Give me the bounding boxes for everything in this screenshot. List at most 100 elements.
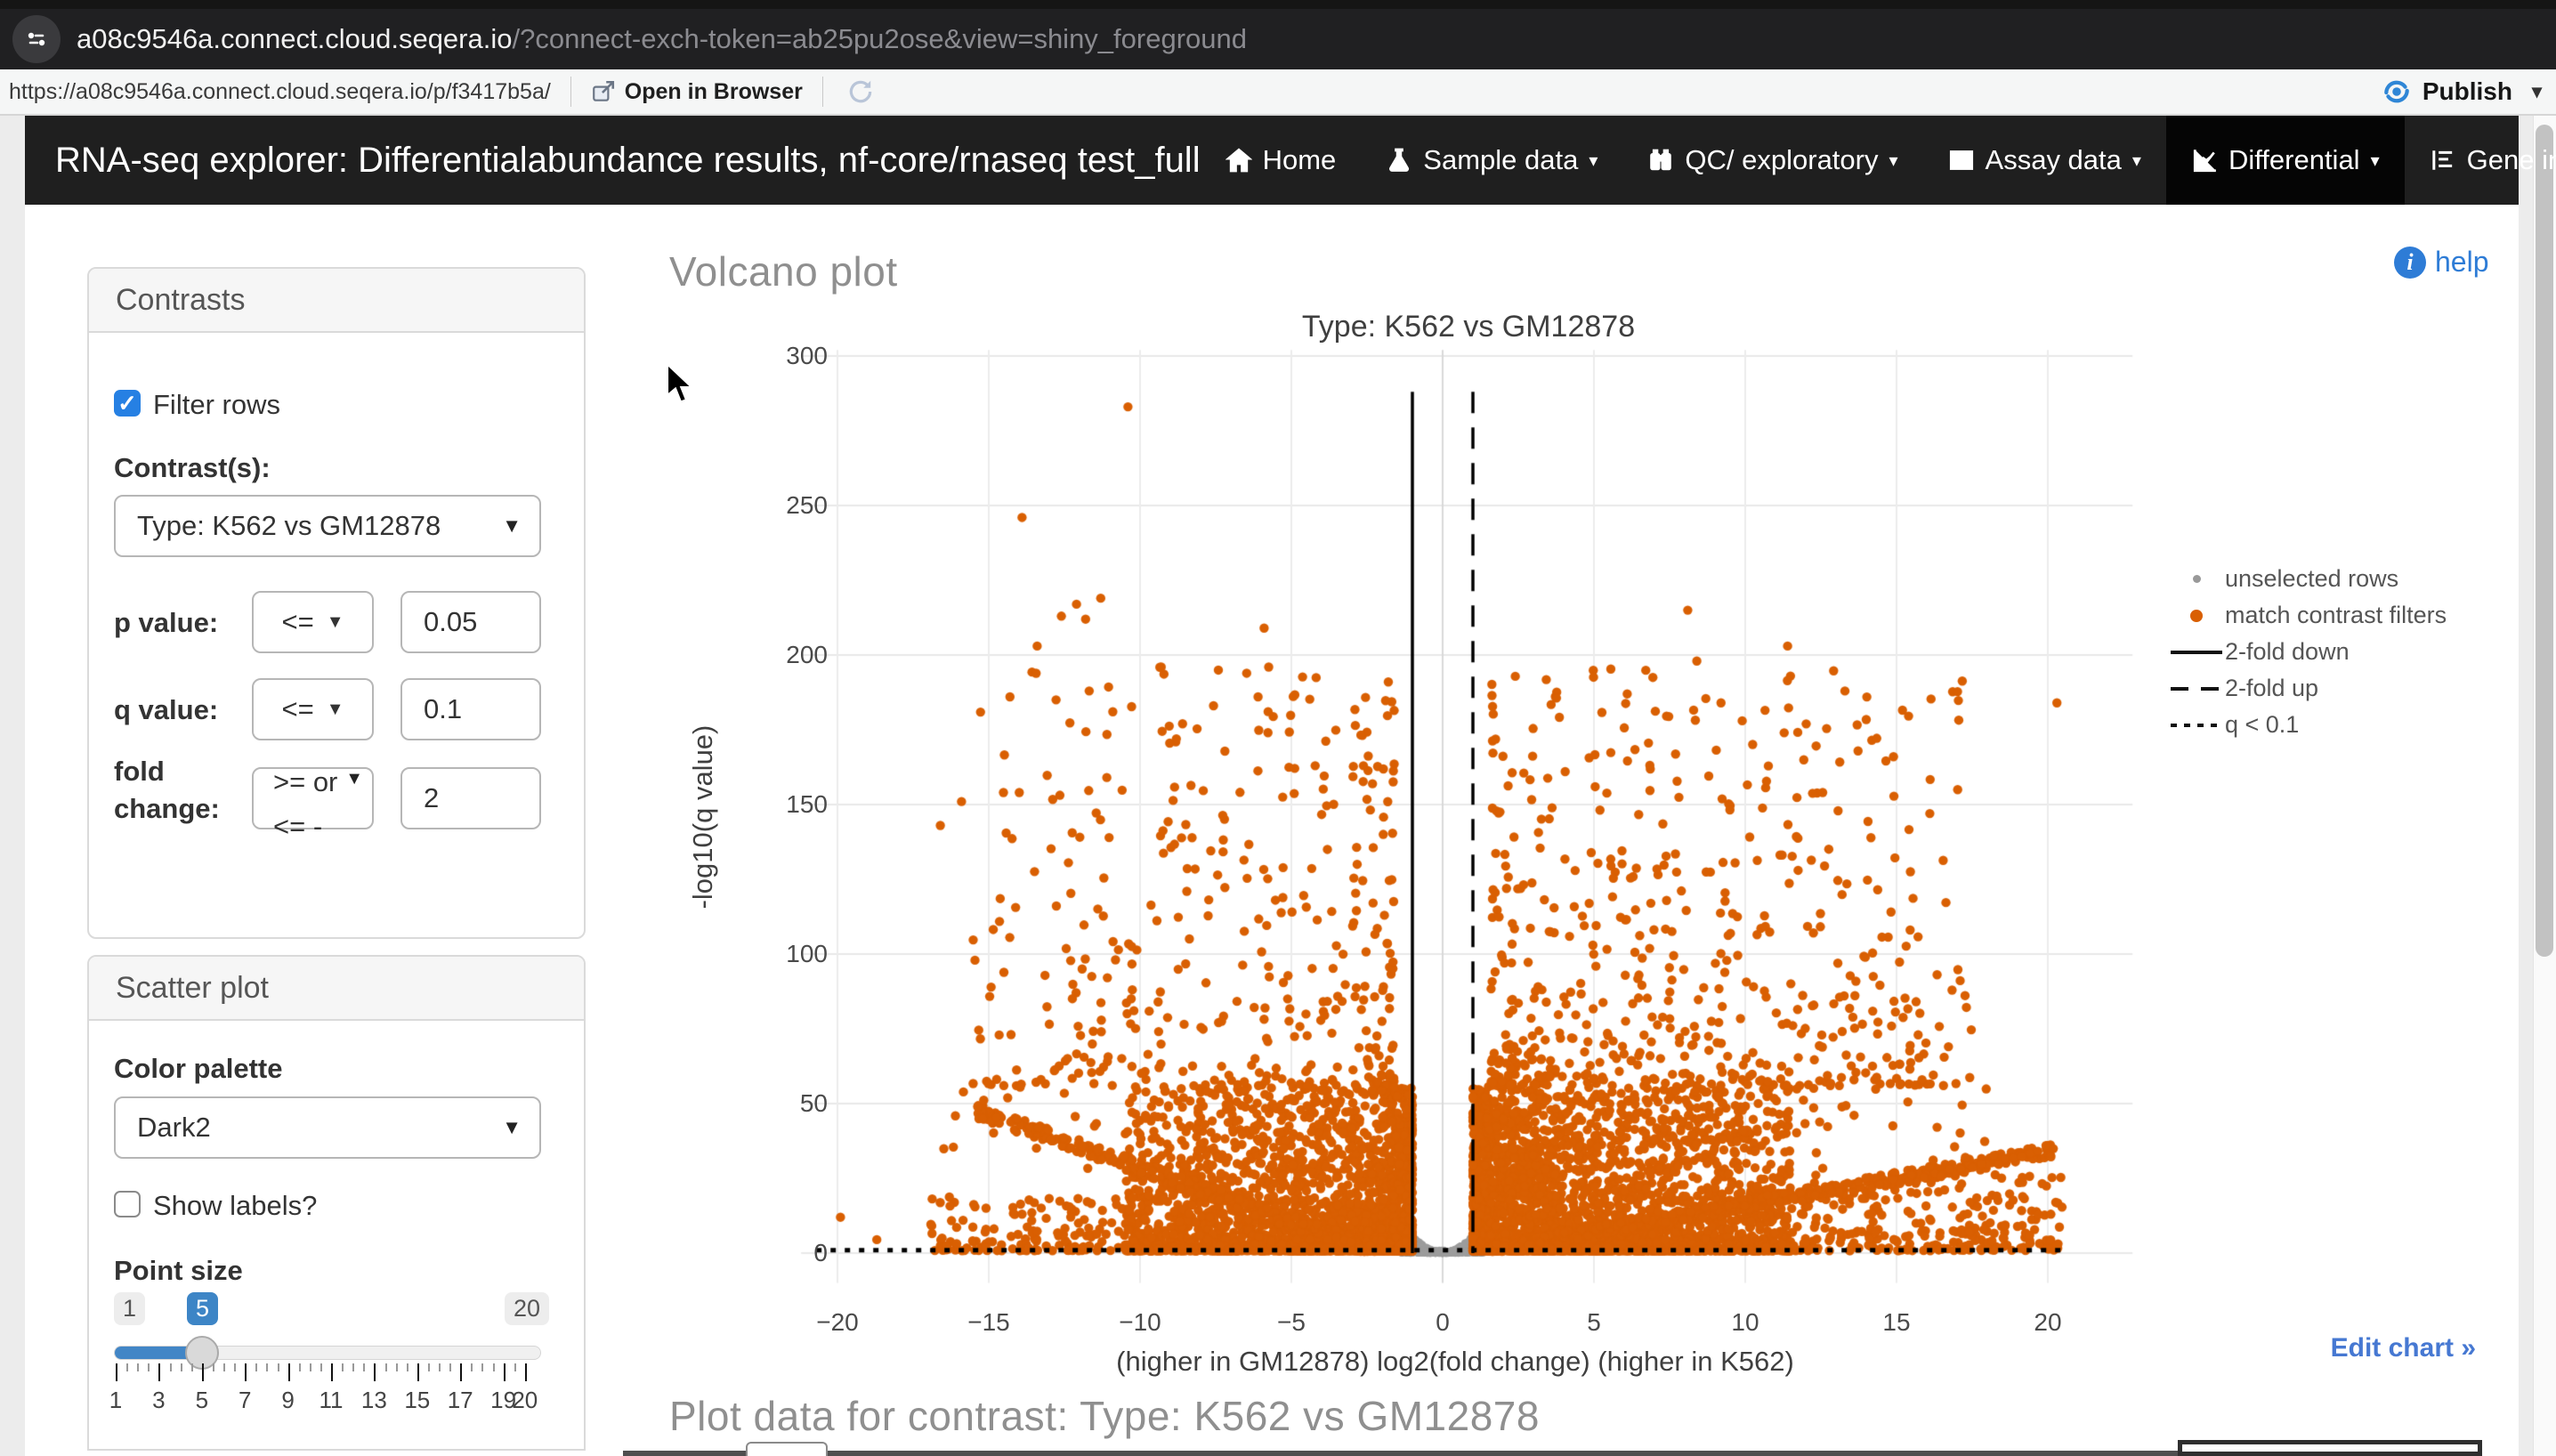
slider-tick xyxy=(320,1363,322,1371)
chevron-down-icon: ▾ xyxy=(2132,150,2141,172)
nav-item-differential[interactable]: Differential▾ xyxy=(2166,116,2405,205)
help-label: help xyxy=(2435,246,2489,279)
edit-chart-link[interactable]: Edit chart » xyxy=(2163,1333,2476,1363)
app-title: RNA-seq explorer: Differentialabundance … xyxy=(55,116,1201,205)
slider-tick xyxy=(310,1363,311,1371)
page-url: https://a08c9546a.connect.cloud.seqera.i… xyxy=(9,79,551,105)
scrollbar-thumb[interactable] xyxy=(2536,125,2553,957)
slider-tick xyxy=(396,1363,398,1371)
slider-tick xyxy=(126,1363,128,1371)
app-navbar: RNA-seq explorer: Differentialabundance … xyxy=(25,116,2519,205)
y-tick-label: 50 xyxy=(739,1089,828,1118)
x-tick-label: 5 xyxy=(1558,1308,1630,1337)
tune-icon[interactable] xyxy=(12,15,61,63)
slider-tick xyxy=(213,1363,214,1371)
nav-item-assay-data[interactable]: Assay data▾ xyxy=(1923,116,2166,205)
fold-change-operator-select[interactable]: >= or <= - ▼ xyxy=(252,767,374,829)
chevron-down-icon: ▾ xyxy=(1589,150,1598,172)
slider-max-badge: 20 xyxy=(505,1292,549,1325)
slider-tick xyxy=(331,1363,333,1381)
slider-tick xyxy=(342,1363,344,1371)
mouse-cursor xyxy=(666,363,696,406)
y-tick-label: 150 xyxy=(739,790,828,819)
page-gutter-right xyxy=(2519,116,2533,1456)
x-tick-label: −10 xyxy=(1104,1308,1176,1337)
y-tick-label: 250 xyxy=(739,491,828,520)
scatter-plot-panel-title: Scatter plot xyxy=(89,957,584,1021)
slider-tick xyxy=(202,1363,204,1381)
slider-tick-label: 15 xyxy=(404,1387,430,1414)
nav-item-sample-data[interactable]: Sample data▾ xyxy=(1361,116,1622,205)
slider-tick xyxy=(514,1363,516,1371)
open-in-browser-label: Open in Browser xyxy=(625,79,803,105)
slider-value-badge: 5 xyxy=(187,1292,218,1325)
x-tick-label: 0 xyxy=(1407,1308,1478,1337)
slider-tick xyxy=(439,1363,441,1371)
slider-tick xyxy=(191,1363,193,1371)
publish-button[interactable]: Publish ▾ xyxy=(2382,77,2542,107)
slider-tick xyxy=(170,1363,172,1371)
nav-item-home[interactable]: Home xyxy=(1201,116,1362,205)
slider-tick xyxy=(471,1363,473,1371)
legend-item[interactable]: unselected rows xyxy=(2168,561,2506,597)
fold-change-label: fold change: xyxy=(114,753,239,828)
q-value-input[interactable] xyxy=(400,678,541,740)
filter-rows-label: Filter rows xyxy=(153,389,280,421)
chart-legend: unselected rowsmatch contrast filters2-f… xyxy=(2168,561,2506,743)
home-icon xyxy=(1225,147,1252,174)
legend-marker-line-solid xyxy=(2168,651,2225,654)
sliders-icon xyxy=(24,27,49,52)
legend-item[interactable]: q < 0.1 xyxy=(2168,707,2506,743)
slider-tick-label: 11 xyxy=(320,1387,344,1414)
nav-item-qc-exploratory[interactable]: QC/ exploratory▾ xyxy=(1622,116,1922,205)
browser-address-bar: a08c9546a.connect.cloud.seqera.io/?conne… xyxy=(0,9,2556,69)
fold-change-input[interactable] xyxy=(400,767,541,829)
color-palette-select[interactable]: Dark2 ▼ xyxy=(114,1096,541,1159)
slider-tick xyxy=(428,1363,430,1371)
connect-toolbar: https://a08c9546a.connect.cloud.seqera.i… xyxy=(0,69,2556,116)
slider-tick xyxy=(407,1363,408,1371)
slider-tick xyxy=(417,1363,419,1381)
divider xyxy=(822,77,823,107)
slider-tick xyxy=(223,1363,225,1371)
y-tick-label: 300 xyxy=(739,342,828,370)
open-in-browser-button[interactable]: Open in Browser xyxy=(591,79,803,105)
filter-rows-checkbox[interactable]: ✓ xyxy=(114,390,141,417)
slider-tick xyxy=(374,1363,376,1381)
slider-tick-label: 13 xyxy=(361,1387,387,1414)
chevron-down-icon: ▾ xyxy=(1889,150,1897,172)
q-value-operator-select[interactable]: <= ▼ xyxy=(252,678,374,740)
fold-change-operator: >= or <= - xyxy=(273,760,345,849)
legend-item[interactable]: 2-fold down xyxy=(2168,634,2506,670)
nav-items: HomeSample data▾QC/ exploratory▾Assay da… xyxy=(1201,116,2556,205)
publish-icon xyxy=(2382,77,2412,107)
p-value-label: p value: xyxy=(114,607,218,639)
slider-tick xyxy=(234,1363,236,1371)
show-labels-label: Show labels? xyxy=(153,1190,317,1222)
slider-tick xyxy=(116,1363,117,1381)
chevron-down-icon: ▼ xyxy=(345,769,363,789)
refresh-button[interactable] xyxy=(846,77,875,106)
p-value-operator: <= xyxy=(281,606,313,638)
slider-tick xyxy=(352,1363,354,1371)
contrast-select[interactable]: Type: K562 vs GM12878 ▼ xyxy=(114,495,541,557)
table-length-select-partial[interactable] xyxy=(746,1442,828,1456)
chevron-down-icon: ▼ xyxy=(502,1116,522,1139)
show-labels-checkbox[interactable] xyxy=(114,1191,141,1217)
p-value-input[interactable] xyxy=(400,591,541,653)
table-icon xyxy=(1948,147,1975,174)
p-value-operator-select[interactable]: <= ▼ xyxy=(252,591,374,653)
y-tick-label: 200 xyxy=(739,641,828,669)
volcano-plot-canvas[interactable] xyxy=(667,303,2163,1397)
x-axis-label: (higher in GM12878) log2(fold change) (h… xyxy=(667,1346,2243,1378)
legend-item[interactable]: 2-fold up xyxy=(2168,670,2506,707)
y-tick-label: 0 xyxy=(739,1239,828,1267)
legend-item[interactable]: match contrast filters xyxy=(2168,597,2506,634)
help-link[interactable]: i help xyxy=(2394,246,2489,279)
slider-tick xyxy=(385,1363,387,1371)
slider-tick xyxy=(460,1363,462,1381)
divider xyxy=(570,77,571,107)
nav-item-gene-info[interactable]: Gene info xyxy=(2405,116,2556,205)
q-value-label: q value: xyxy=(114,694,218,726)
address-url[interactable]: a08c9546a.connect.cloud.seqera.io/?conne… xyxy=(77,23,1247,55)
